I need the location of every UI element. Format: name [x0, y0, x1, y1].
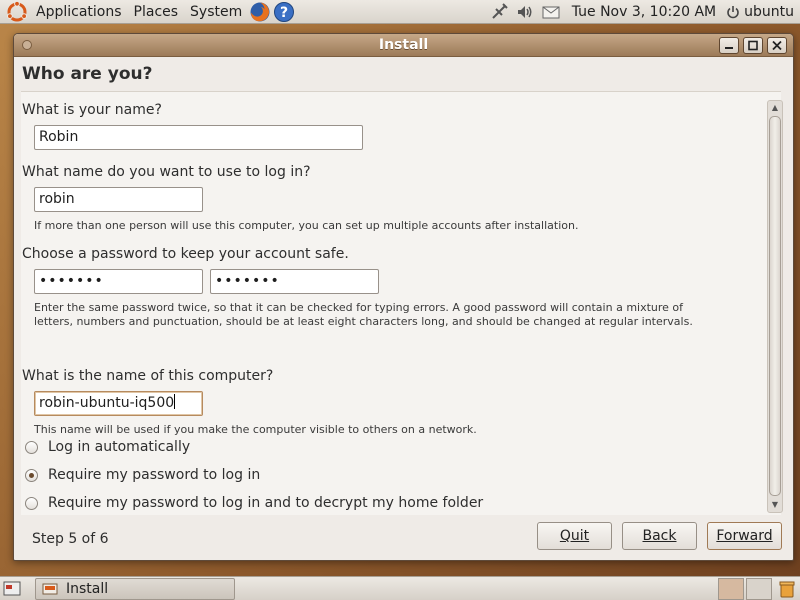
close-button[interactable] — [767, 37, 787, 54]
back-button[interactable]: Back — [622, 522, 697, 550]
install-window: Install Who are you? What is your name? … — [13, 33, 794, 561]
scroll-up-arrow-icon[interactable]: ▲ — [768, 101, 782, 115]
computer-name-value: robin-ubuntu-iq500 — [39, 395, 175, 411]
trash-icon[interactable] — [777, 579, 797, 599]
help-icon[interactable]: ? — [273, 1, 295, 23]
ubuntu-logo-icon[interactable] — [6, 0, 28, 23]
firefox-icon[interactable] — [249, 1, 271, 23]
minimize-icon — [725, 47, 733, 49]
menu-applications[interactable]: Applications — [30, 0, 128, 24]
radio-button[interactable] — [25, 496, 38, 510]
taskbar-install[interactable]: Install — [35, 578, 235, 600]
svg-text:?: ? — [280, 5, 288, 21]
maximize-button[interactable] — [743, 37, 763, 54]
radio-require-password-encrypt[interactable]: Require my password to log in and to dec… — [25, 495, 483, 511]
step-indicator: Step 5 of 6 — [32, 531, 109, 547]
mail-icon[interactable] — [540, 1, 562, 23]
computer-name-field[interactable]: robin-ubuntu-iq500 — [34, 391, 203, 416]
radio-label: Require my password to log in and to dec… — [48, 495, 484, 511]
system-tray: Tue Nov 3, 10:20 AM ubuntu — [486, 0, 800, 24]
clock[interactable]: Tue Nov 3, 10:20 AM — [564, 4, 726, 20]
bottom-panel: Install — [0, 576, 800, 600]
login-field[interactable]: robin — [34, 187, 203, 212]
user-menu[interactable]: ubuntu — [726, 4, 800, 20]
scroll-down-arrow-icon[interactable]: ▼ — [768, 498, 782, 512]
radio-button[interactable] — [25, 440, 38, 454]
login-label: What name do you want to use to log in? — [22, 164, 311, 180]
radio-require-password[interactable]: Require my password to log in — [25, 467, 260, 483]
user-name: ubuntu — [744, 4, 794, 20]
scrollbar-thumb[interactable] — [769, 116, 781, 496]
radio-label: Log in automatically — [48, 439, 191, 455]
taskbar-install-label: Install — [66, 581, 109, 597]
close-icon — [772, 40, 782, 51]
installer-icon — [42, 583, 58, 595]
radio-login-automatically[interactable]: Log in automatically — [25, 439, 190, 455]
power-icon — [727, 6, 739, 19]
menu-places[interactable]: Places — [128, 0, 185, 24]
top-panel: Applications Places System ? Tue Nov 3, … — [0, 0, 800, 24]
radio-label: Require my password to log in — [48, 467, 261, 483]
page-header: Who are you? — [21, 58, 788, 90]
password-label: Choose a password to keep your account s… — [22, 246, 349, 262]
name-field[interactable]: Robin — [34, 125, 363, 150]
text-caret — [174, 394, 176, 409]
password-field[interactable]: ••••••• — [34, 269, 203, 294]
network-icon[interactable] — [488, 1, 510, 23]
computer-name-hint: This name will be used if you make the c… — [34, 423, 477, 436]
volume-icon[interactable] — [514, 1, 536, 23]
workspace-1[interactable] — [718, 578, 744, 600]
workspace-2[interactable] — [746, 578, 772, 600]
show-desktop-icon[interactable] — [3, 580, 21, 597]
window-titlebar[interactable]: Install — [14, 34, 793, 57]
radio-button-selected[interactable] — [25, 468, 38, 482]
maximize-icon — [748, 40, 758, 51]
computer-name-label: What is the name of this computer? — [22, 368, 274, 384]
quit-button[interactable]: Quit — [537, 522, 612, 550]
password-confirm-field[interactable]: ••••••• — [210, 269, 379, 294]
menu-system[interactable]: System — [184, 0, 248, 24]
minimize-button[interactable] — [719, 37, 739, 54]
vertical-scrollbar[interactable]: ▲ ▼ — [767, 100, 783, 513]
forward-button[interactable]: Forward — [707, 522, 782, 550]
window-title: Install — [378, 37, 429, 53]
form-area: What is your name? Robin What name do yo… — [21, 91, 781, 515]
login-hint: If more than one person will use this co… — [34, 219, 579, 232]
password-hint: Enter the same password twice, so that i… — [34, 301, 693, 328]
name-label: What is your name? — [22, 102, 162, 118]
page-title: Who are you? — [22, 64, 153, 84]
